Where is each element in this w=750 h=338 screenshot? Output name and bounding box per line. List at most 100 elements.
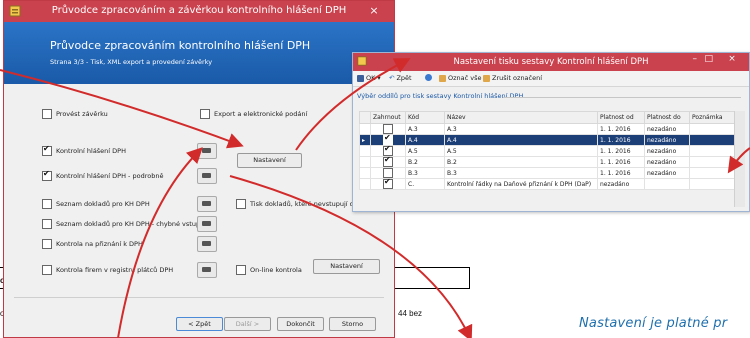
include-checkbox[interactable] (383, 177, 393, 189)
checkbox-export[interactable]: Export a elektronické podání (200, 109, 307, 119)
checkbox-label: Kontrola na přiznání k DPH (56, 240, 143, 248)
code-cell: B.3 (405, 167, 445, 179)
column-header[interactable]: Platnost od (597, 111, 645, 124)
ok-label: OK (366, 74, 376, 82)
checkbox-box[interactable] (236, 199, 246, 209)
print-icon[interactable] (197, 216, 217, 232)
nastaveni-button[interactable]: Nastavení (237, 153, 302, 168)
row-marker (359, 167, 371, 179)
checkbox-seznam-chybne[interactable]: Seznam dokladů pro KH DPH - chybné vstup… (42, 219, 204, 229)
table-row[interactable]: A.3 A.3 1. 1. 2016 nezadáno (359, 123, 735, 135)
checkbox-box[interactable] (42, 239, 52, 249)
banner-subtitle: Strana 3/3 - Tisk, XML export a proveden… (50, 58, 213, 66)
valid-to-cell (644, 178, 690, 190)
select-all-label: Označ vše (448, 74, 482, 82)
include-cell[interactable] (370, 177, 406, 190)
back-button[interactable]: < Zpět (176, 317, 223, 331)
checkbox-box[interactable] (200, 109, 210, 119)
checkbox-tisk-dokladu[interactable]: Tisk dokladů, které nevstupují do K (236, 199, 364, 209)
column-header[interactable]: Kód (405, 111, 445, 124)
wizard-banner: Průvodce zpracováním kontrolního hlášení… (4, 22, 394, 84)
checkbox-kontrola-priznani[interactable]: Kontrola na přiznání k DPH (42, 239, 143, 249)
valid-to-cell: nezadáno (644, 156, 690, 168)
valid-to-cell: nezadáno (644, 167, 690, 179)
checkbox-kontrola-firem[interactable]: Kontrola firem v registru plátců DPH (42, 265, 173, 275)
table-row[interactable]: C.Kontrolní řádky na Daňové přiznání k D… (359, 177, 735, 190)
code-cell: C. (405, 178, 445, 190)
table-row[interactable]: A.5A.51. 1. 2016nezadáno (359, 144, 735, 157)
code-cell: A.3 (405, 123, 445, 135)
name-cell: Kontrolní řádky na Daňové přiznání k DPH… (444, 178, 598, 190)
table-scrollbar[interactable] (734, 111, 745, 207)
column-header[interactable]: Zahrnout (370, 111, 406, 124)
checkbox-provest-zaverku[interactable]: Provést závěrku (42, 109, 108, 119)
row-marker (359, 178, 371, 190)
checkbox-box[interactable] (42, 144, 52, 156)
valid-to-cell: nezadáno (644, 145, 690, 157)
banner-title: Průvodce zpracováním kontrolního hlášení… (50, 39, 311, 52)
select-all-button[interactable]: Označ vše (439, 74, 482, 82)
settings-titlebar: Nastavení tisku sestavy Kontrolní hlášen… (353, 53, 749, 71)
doc-fragment: 44 bez (398, 309, 423, 318)
code-cell: B.2 (405, 156, 445, 168)
checkbox-box[interactable] (42, 109, 52, 119)
checkbox-label: Kontrola firem v registru plátců DPH (56, 266, 174, 274)
wizard-close-button[interactable]: × (360, 3, 388, 19)
checkbox-box[interactable] (42, 265, 52, 275)
settings-title: Nastavení tisku sestavy Kontrolní hlášen… (453, 57, 649, 67)
ok-button[interactable]: OK ▾ (357, 74, 381, 82)
group-divider (503, 97, 741, 98)
name-cell: A.5 (444, 145, 598, 157)
include-cell[interactable] (370, 155, 406, 168)
checkbox-label: Export a elektronické podání (214, 110, 308, 118)
back-toolbar-button[interactable]: ↶ Zpět (389, 74, 412, 82)
save-icon (357, 74, 364, 82)
help-button[interactable] (425, 74, 434, 81)
table-row[interactable]: ▸A.4A.41. 1. 2016nezadáno (359, 133, 735, 146)
code-cell: A.4 (405, 134, 445, 146)
nastaveni-online-button[interactable]: Nastavení (313, 259, 380, 274)
checkbox-seznam-dokladu[interactable]: Seznam dokladů pro KH DPH (42, 199, 150, 209)
checkbox-box[interactable] (42, 219, 52, 229)
name-cell: A.4 (444, 134, 598, 146)
checkbox-box[interactable] (42, 169, 52, 181)
checkbox-box[interactable] (42, 199, 52, 209)
checkbox-box[interactable] (236, 265, 246, 275)
checkbox-label: Kontrolní hlášení DPH (56, 147, 126, 155)
maximize-icon[interactable]: □ (704, 54, 713, 64)
include-checkbox[interactable] (383, 155, 393, 167)
note-cell (689, 178, 735, 190)
doc-rule (469, 267, 470, 289)
print-icon[interactable] (197, 236, 217, 252)
deselect-button[interactable]: Zrušit označení (483, 74, 542, 82)
checkbox-kontrolni-hlaseni[interactable]: Kontrolní hlášení DPH (42, 144, 126, 156)
print-icon[interactable] (197, 168, 217, 184)
checkbox-online-kontrola[interactable]: On-line kontrola (236, 265, 302, 275)
column-header[interactable]: Poznámka (689, 111, 735, 124)
finish-button[interactable]: Dokončit (277, 317, 324, 331)
column-header[interactable]: Název (444, 111, 598, 124)
print-icon[interactable] (197, 196, 217, 212)
row-marker (359, 123, 371, 135)
table-row[interactable]: B.3 B.3 1. 1. 2016 nezadáno (359, 167, 735, 179)
minimize-icon[interactable]: – (693, 54, 698, 64)
annotation-text: Nastavení je platné pr (579, 316, 728, 331)
print-icon[interactable] (197, 143, 217, 159)
deselect-label: Zrušit označení (492, 74, 543, 82)
table-row[interactable]: B.2B.21. 1. 2016nezadáno (359, 155, 735, 168)
cancel-button[interactable]: Storno (329, 317, 376, 331)
note-cell (689, 134, 735, 146)
table-header: Zahrnout Kód Název Platnost od Platnost … (359, 111, 735, 124)
close-icon[interactable]: × (721, 54, 743, 64)
help-icon (425, 74, 432, 81)
note-cell (689, 156, 735, 168)
valid-to-cell: nezadáno (644, 134, 690, 146)
valid-from-cell: 1. 1. 2016 (597, 156, 645, 168)
row-marker: ▸ (359, 134, 371, 146)
settings-window: Nastavení tisku sestavy Kontrolní hlášen… (352, 52, 750, 212)
note-cell (689, 123, 735, 135)
next-button[interactable]: Další > (224, 317, 271, 331)
column-header[interactable]: Platnost do (644, 111, 690, 124)
checkbox-kontrolni-hlaseni-podrobne[interactable]: Kontrolní hlášení DPH - podrobně (42, 169, 163, 181)
print-icon[interactable] (197, 262, 217, 278)
